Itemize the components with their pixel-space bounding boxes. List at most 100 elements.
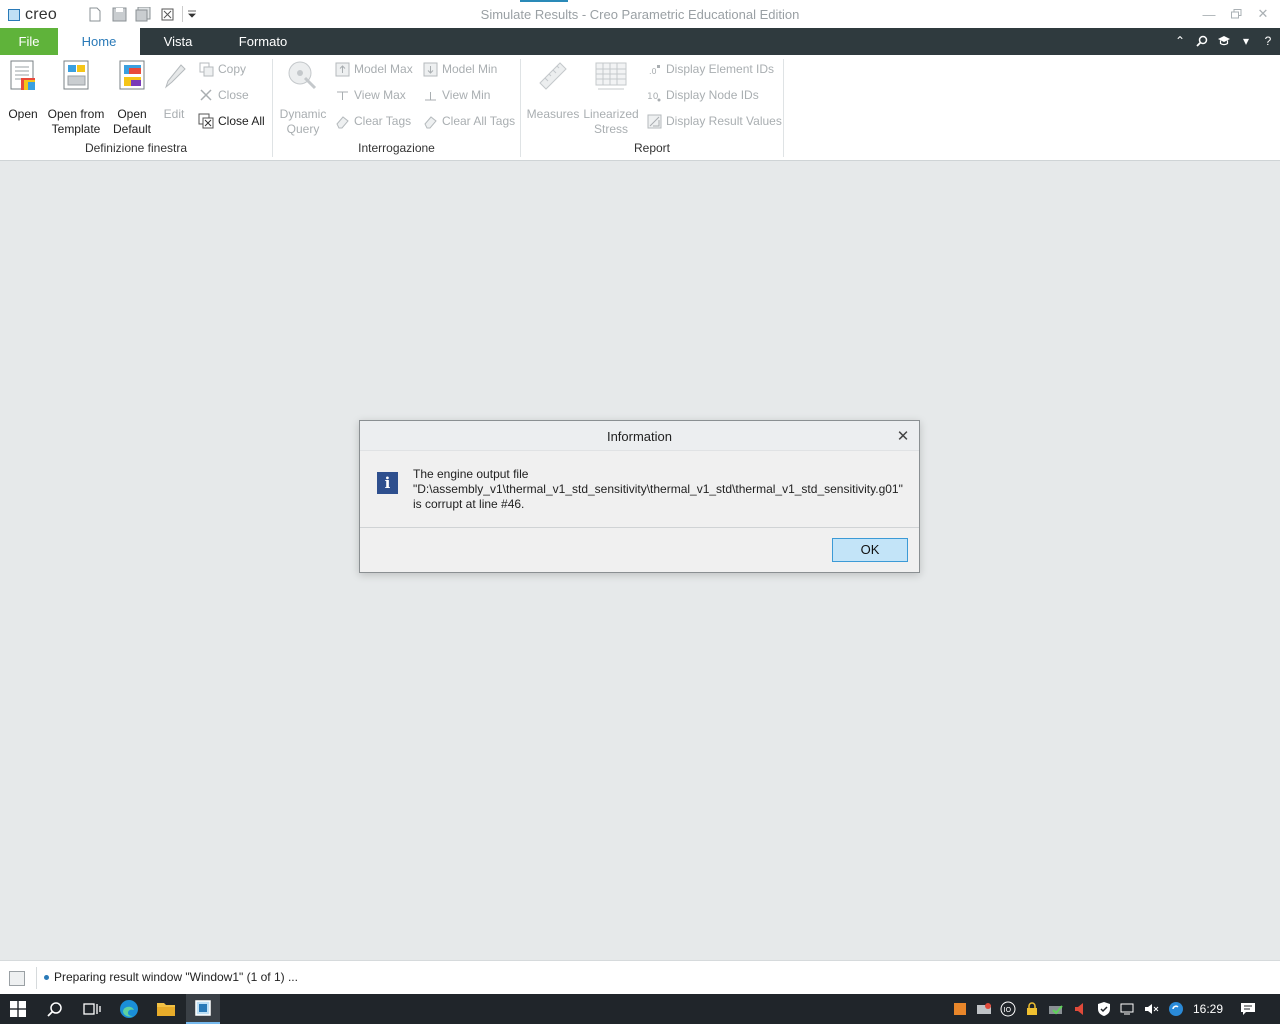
group-separator bbox=[783, 59, 784, 157]
network-icon[interactable] bbox=[1119, 1000, 1137, 1018]
ribbon-utility-icons: ⌃ ▾ ? bbox=[1172, 32, 1276, 50]
file-explorer-icon[interactable] bbox=[148, 994, 184, 1024]
restore-button[interactable] bbox=[1225, 4, 1247, 24]
creo-taskbar-icon[interactable] bbox=[186, 994, 220, 1024]
copy-icon bbox=[198, 61, 214, 77]
open-template-label-1: Open from bbox=[47, 107, 105, 121]
result-values-icon bbox=[646, 113, 662, 129]
tab-formato[interactable]: Formato bbox=[216, 28, 310, 55]
tab-home[interactable]: Home bbox=[58, 28, 140, 55]
notifications-icon[interactable] bbox=[1232, 994, 1264, 1024]
linearized-label-1: Linearized bbox=[583, 107, 639, 121]
measures-button[interactable]: Measures bbox=[526, 59, 580, 122]
display-result-values-button[interactable]: Display Result Values bbox=[646, 112, 782, 130]
svg-text:IO: IO bbox=[1004, 1006, 1012, 1014]
edge-browser-icon[interactable] bbox=[110, 994, 148, 1024]
open-template-label-2: Template bbox=[51, 122, 101, 136]
tray-app-orange-icon[interactable] bbox=[951, 1000, 969, 1018]
open-template-icon bbox=[60, 59, 92, 93]
model-min-button[interactable]: Model Min bbox=[422, 60, 497, 78]
volume-muted-icon[interactable] bbox=[1143, 1000, 1161, 1018]
group-definizione-finestra: Open Open from Template Open Default Edi… bbox=[0, 55, 272, 159]
search-icon[interactable] bbox=[1194, 32, 1210, 50]
lock-icon[interactable] bbox=[1023, 1000, 1041, 1018]
group-label-interrogazione: Interrogazione bbox=[358, 141, 435, 155]
clear-all-tags-button[interactable]: Clear All Tags bbox=[422, 112, 515, 130]
clear-tags-label: Clear Tags bbox=[354, 114, 412, 128]
display-element-ids-label: Display Element IDs bbox=[666, 62, 775, 76]
open-default-button[interactable]: Open Default bbox=[111, 59, 153, 137]
close-app-button[interactable]: ✕ bbox=[1252, 4, 1274, 24]
model-min-icon bbox=[422, 61, 438, 77]
tray-app-red-icon[interactable] bbox=[975, 1000, 993, 1018]
open-button[interactable]: Open bbox=[6, 59, 40, 122]
dynamic-query-icon bbox=[287, 59, 319, 93]
creo-logo: creo bbox=[8, 6, 57, 24]
display-element-ids-button[interactable]: .0 Display Element IDs bbox=[646, 60, 775, 78]
windows-taskbar: IO 16:29 bbox=[0, 994, 1280, 1024]
task-view-icon[interactable] bbox=[74, 994, 110, 1024]
info-icon: i bbox=[377, 472, 398, 494]
new-file-icon[interactable] bbox=[86, 6, 104, 22]
edit-button[interactable]: Edit bbox=[158, 59, 190, 122]
display-node-ids-button[interactable]: 10 Display Node IDs bbox=[646, 86, 759, 104]
tray-sync-icon[interactable] bbox=[1167, 1000, 1185, 1018]
linearized-stress-button[interactable]: Linearized Stress bbox=[583, 59, 639, 137]
tab-vista[interactable]: Vista bbox=[140, 28, 216, 55]
save-icon[interactable] bbox=[110, 6, 128, 22]
dialog-close-icon[interactable]: ✕ bbox=[895, 428, 911, 445]
tab-file[interactable]: File bbox=[0, 28, 58, 55]
collapse-ribbon-icon[interactable]: ⌃ bbox=[1172, 32, 1188, 50]
minimize-button[interactable]: — bbox=[1198, 4, 1220, 24]
learning-icon[interactable] bbox=[1216, 32, 1232, 50]
close-all-label: Close All bbox=[218, 114, 265, 128]
tray-check-icon[interactable] bbox=[1047, 1000, 1065, 1018]
node-ids-icon: 10 bbox=[646, 87, 662, 103]
ribbon: Open Open from Template Open Default Edi… bbox=[0, 55, 1280, 161]
close-icon bbox=[198, 87, 214, 103]
status-bullet-icon bbox=[44, 975, 49, 980]
svg-text:.0: .0 bbox=[649, 67, 657, 76]
model-max-button[interactable]: Model Max bbox=[334, 60, 413, 78]
close-window-icon[interactable] bbox=[158, 6, 176, 22]
eraser-icon bbox=[334, 113, 350, 129]
help-icon[interactable]: ? bbox=[1260, 32, 1276, 50]
open-from-template-button[interactable]: Open from Template bbox=[45, 59, 107, 137]
display-result-values-label: Display Result Values bbox=[666, 114, 782, 128]
view-max-button[interactable]: View Max bbox=[334, 86, 406, 104]
start-button[interactable] bbox=[0, 994, 36, 1024]
dynamic-query-label-1: Dynamic bbox=[279, 107, 327, 121]
title-bar: creo Simulate Results - Creo Parametric … bbox=[0, 0, 1280, 28]
tray-io-icon[interactable]: IO bbox=[999, 1000, 1017, 1018]
help-dropdown-icon[interactable]: ▾ bbox=[1238, 32, 1254, 50]
ok-button[interactable]: OK bbox=[832, 538, 908, 562]
measures-label: Measures bbox=[526, 107, 580, 121]
open-label: Open bbox=[8, 107, 38, 121]
ruler-icon bbox=[537, 59, 569, 93]
save-as-icon[interactable] bbox=[134, 6, 152, 22]
tray-speaker-warning-icon[interactable] bbox=[1071, 1000, 1089, 1018]
status-separator bbox=[36, 967, 37, 989]
open-default-label-1: Open bbox=[117, 107, 147, 121]
information-dialog: Information ✕ i The engine output file "… bbox=[359, 420, 920, 573]
copy-button[interactable]: Copy bbox=[198, 60, 246, 78]
clear-all-tags-label: Clear All Tags bbox=[442, 114, 516, 128]
taskbar-clock[interactable]: 16:29 bbox=[1193, 1002, 1223, 1016]
status-bar: Preparing result window "Window1" (1 of … bbox=[0, 960, 1280, 994]
security-shield-icon[interactable] bbox=[1095, 1000, 1113, 1018]
clear-tags-button[interactable]: Clear Tags bbox=[334, 112, 411, 130]
eraser-all-icon bbox=[422, 113, 438, 129]
close-all-icon bbox=[198, 113, 214, 129]
dynamic-query-button[interactable]: Dynamic Query bbox=[277, 59, 329, 137]
pencil-icon bbox=[158, 59, 190, 93]
search-taskbar-icon[interactable] bbox=[36, 994, 74, 1024]
element-ids-icon: .0 bbox=[646, 61, 662, 77]
dialog-separator bbox=[360, 527, 919, 528]
dynamic-query-label-2: Query bbox=[286, 122, 320, 136]
customize-dropdown-icon[interactable] bbox=[182, 6, 200, 22]
svg-text:10: 10 bbox=[647, 92, 659, 102]
message-log-toggle[interactable] bbox=[9, 971, 25, 986]
close-button[interactable]: Close bbox=[198, 86, 249, 104]
view-min-button[interactable]: View Min bbox=[422, 86, 490, 104]
close-all-button[interactable]: Close All bbox=[198, 112, 265, 130]
